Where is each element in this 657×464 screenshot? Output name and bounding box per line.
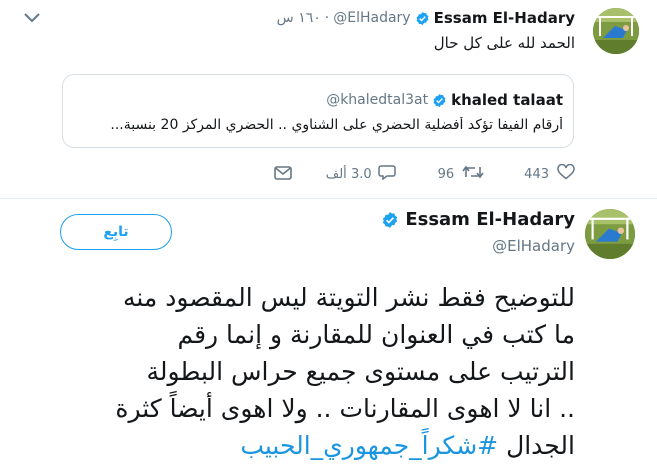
author-name[interactable]: Essam El-Hadary	[434, 9, 575, 27]
hashtag-link[interactable]: #شكراً_جمهوري_الحبيب	[240, 431, 498, 460]
like-button[interactable]: 443	[524, 163, 575, 184]
verified-badge-icon	[415, 11, 430, 26]
heart-icon	[557, 163, 575, 184]
tweet-text-line-last: الجدال #شكراً_جمهوري_الحبيب	[15, 427, 575, 464]
avatar[interactable]	[585, 209, 635, 259]
avatar[interactable]	[593, 8, 639, 54]
retweet-count: 96	[437, 166, 455, 182]
verified-badge-icon	[432, 93, 447, 108]
mail-button[interactable]	[273, 165, 292, 184]
quoted-tweet-header: @khaledtal3at khaled talaat	[326, 91, 563, 109]
tweet-text-line: الترتيب على مستوى جميع حراس البطولة	[146, 357, 575, 386]
envelope-icon	[273, 165, 292, 184]
main-tweet-author: Essam El-Hadary	[381, 209, 575, 230]
reply-button[interactable]: 3.0 ألف	[326, 164, 396, 184]
quoted-tweet[interactable]: @khaledtal3at khaled talaat أرقام الفيفا…	[62, 74, 574, 148]
tweet-text-line: ما كتب في العنوان للمقارنة و إنما رقم	[177, 320, 575, 349]
tweet-actions: 3.0 ألف 96 443	[273, 163, 575, 184]
tweet-text-fragment: الجدال	[506, 431, 575, 460]
tweet-text-line: للتوضيح فقط نشر التويتة ليس المقصود منه	[122, 283, 575, 312]
retweet-icon	[462, 164, 484, 184]
author-handle[interactable]: @ElHadary	[492, 237, 575, 255]
author-handle[interactable]: @ElHadary	[333, 10, 410, 26]
quoted-author-handle: @khaledtal3at	[326, 92, 429, 108]
tweet-time[interactable]: ١٦٠ س	[277, 10, 321, 26]
reply-tweet[interactable]: ١٦٠ س · @ElHadary Essam El-Hadary الحمد …	[0, 0, 657, 198]
reply-count: 3.0 ألف	[325, 166, 372, 182]
chevron-down-icon[interactable]	[22, 10, 42, 26]
reply-icon	[377, 164, 396, 184]
follow-button[interactable]: تابِع	[60, 214, 172, 250]
reply-tweet-header: ١٦٠ س · @ElHadary Essam El-Hadary	[276, 9, 575, 27]
author-name[interactable]: Essam El-Hadary	[405, 209, 575, 230]
main-tweet-text: للتوضيح فقط نشر التويتة ليس المقصود منه …	[15, 279, 575, 464]
quoted-tweet-text: أرقام الفيفا تؤكد أفضلية الحضري على الشن…	[110, 117, 563, 133]
tweet-text: الحمد لله على كل حال	[433, 34, 575, 52]
quoted-author-name: khaled talaat	[451, 91, 563, 109]
tweet-text-line: .. انا لا اهوى المقارنات .. ولا اهوى أيض…	[115, 394, 575, 423]
retweet-button[interactable]: 96	[438, 164, 485, 184]
like-count: 443	[524, 166, 549, 182]
verified-badge-icon	[381, 211, 399, 229]
main-tweet: تابِع Essam El-Hadary @ElHadary للتوضيح …	[0, 199, 657, 460]
